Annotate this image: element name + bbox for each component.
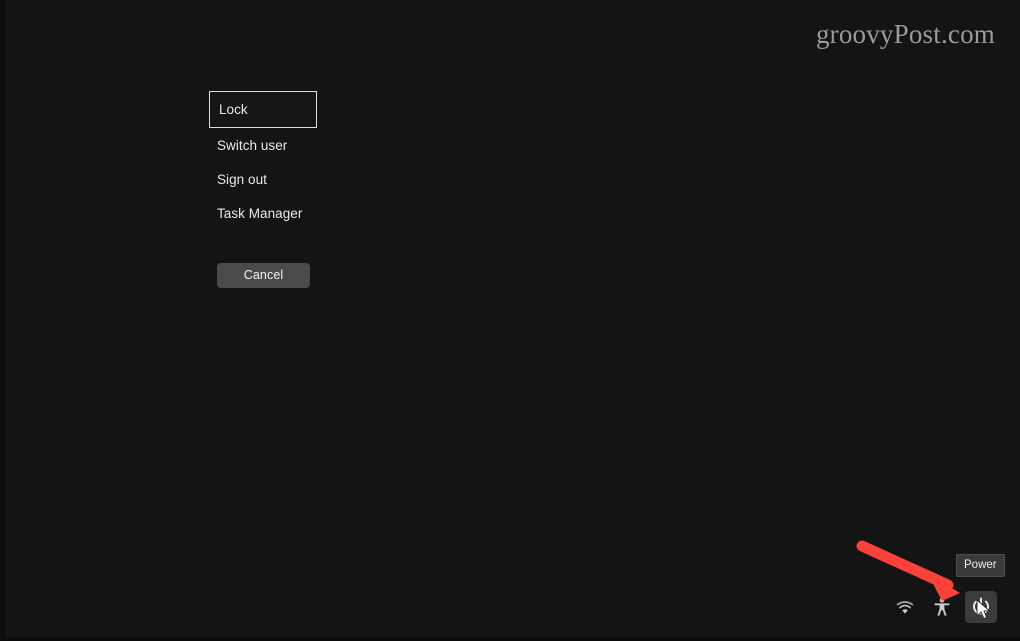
network-button[interactable] (890, 593, 920, 623)
menu-item-task-manager[interactable]: Task Manager (209, 196, 329, 231)
watermark: groovyPost.com (815, 19, 995, 49)
accessibility-button[interactable] (927, 592, 957, 622)
power-icon (971, 597, 991, 617)
menu-item-switch-user-label: Switch user (217, 138, 288, 153)
menu-item-sign-out-label: Sign out (217, 172, 267, 187)
accessibility-icon (933, 597, 951, 617)
power-button[interactable] (965, 591, 997, 623)
wifi-icon (896, 601, 914, 615)
screen-edge-shade-left (0, 0, 5, 641)
security-options-menu: Lock Switch user Sign out Task Manager (209, 91, 329, 231)
power-tooltip: Power (956, 554, 1005, 577)
menu-item-lock[interactable]: Lock (209, 91, 317, 128)
menu-item-switch-user[interactable]: Switch user (209, 128, 329, 163)
cancel-button[interactable]: Cancel (217, 263, 310, 288)
menu-item-sign-out[interactable]: Sign out (209, 162, 329, 197)
menu-item-lock-label: Lock (219, 102, 248, 117)
menu-item-task-manager-label: Task Manager (217, 206, 303, 221)
system-tray (890, 591, 1000, 625)
